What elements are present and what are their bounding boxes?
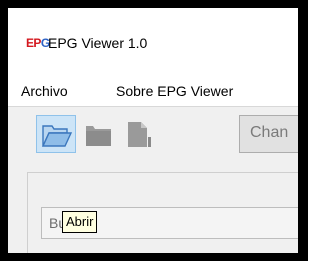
tooltip-abrir: Abrir	[62, 211, 98, 233]
save-button[interactable]	[79, 115, 119, 153]
logo-letter-p: P	[33, 36, 41, 50]
menu-sobre-epg-viewer[interactable]: Sobre EPG Viewer	[116, 82, 233, 100]
menu-bar: Archivo Sobre EPG Viewer	[8, 74, 298, 104]
app-window: EPG EPG Viewer 1.0 Archivo Sobre EPG Vie…	[0, 0, 308, 261]
app-logo: EPG	[26, 36, 50, 50]
change-button[interactable]: Chan	[239, 115, 298, 153]
window-title: EPG Viewer 1.0	[48, 35, 148, 51]
menu-archivo[interactable]: Archivo	[21, 82, 68, 100]
toolbar: Chan	[8, 106, 298, 160]
export-button[interactable]	[120, 115, 160, 153]
open-button[interactable]	[36, 115, 76, 153]
title-bar: EPG EPG Viewer 1.0	[8, 8, 298, 74]
